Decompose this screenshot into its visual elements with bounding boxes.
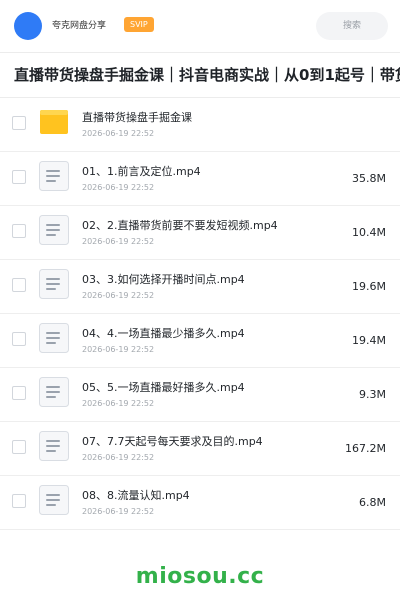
file-name[interactable]: 07、7.7天起号每天要求及目的.mp4 — [82, 435, 263, 449]
file-row[interactable]: 02、2.直播带货前要不要发短视频.mp4 2026-06-19 22:52 10.… — [0, 206, 400, 260]
file-size: 35.8M — [352, 172, 386, 185]
file-date: 2026-06-19 22:52 — [82, 237, 155, 246]
file-name[interactable]: 05、5.一场直播最好播多久.mp4 — [82, 381, 245, 395]
file-size: 10.4M — [352, 226, 386, 239]
document-icon — [38, 160, 70, 192]
file-row[interactable]: 03、3.如何选择开播时间点.mp4 2026-06-19 22:52 19.6M — [0, 260, 400, 314]
file-row[interactable]: 04、4.一场直播最少播多久.mp4 2026-06-19 22:52 19.4M — [0, 314, 400, 368]
file-size: 19.6M — [352, 280, 386, 293]
document-icon — [38, 484, 70, 516]
file-date: 2026-06-19 22:52 — [82, 345, 155, 354]
file-name[interactable]: 01、1.前言及定位.mp4 — [82, 165, 201, 179]
file-size: 6.8M — [359, 496, 386, 509]
avatar[interactable] — [14, 12, 42, 40]
share-page: 夸克网盘分享 SVIP 搜索 直播带货操盘手掘金课｜抖音电商实战｜从0到1起号｜… — [0, 0, 400, 600]
file-date: 2026-06-19 22:52 — [82, 291, 155, 300]
document-icon — [38, 430, 70, 462]
watermark: miosou.cc — [135, 564, 265, 589]
select-checkbox[interactable] — [12, 332, 26, 346]
document-icon — [38, 376, 70, 408]
file-name[interactable]: 直播带货操盘手掘金课 — [82, 111, 192, 125]
file-name[interactable]: 02、2.直播带货前要不要发短视频.mp4 — [82, 219, 278, 233]
file-row[interactable]: 直播带货操盘手掘金课 2026-06-19 22:52 — [0, 98, 400, 152]
file-name[interactable]: 03、3.如何选择开播时间点.mp4 — [82, 273, 245, 287]
select-checkbox[interactable] — [12, 116, 26, 130]
page-title: 直播带货操盘手掘金课｜抖音电商实战｜从0到1起号｜带货 — [14, 66, 400, 84]
header: 夸克网盘分享 SVIP 搜索 — [0, 0, 400, 53]
file-date: 2026-06-19 22:52 — [82, 183, 155, 192]
select-checkbox[interactable] — [12, 386, 26, 400]
document-icon — [38, 214, 70, 246]
select-checkbox[interactable] — [12, 440, 26, 454]
select-checkbox[interactable] — [12, 170, 26, 184]
file-date: 2026-06-19 22:52 — [82, 399, 155, 408]
file-size: 167.2M — [345, 442, 386, 455]
file-name[interactable]: 04、4.一场直播最少播多久.mp4 — [82, 327, 245, 341]
file-date: 2026-06-19 22:52 — [82, 129, 155, 138]
file-size: 9.3M — [359, 388, 386, 401]
file-row[interactable]: 07、7.7天起号每天要求及目的.mp4 2026-06-19 22:52 167.… — [0, 422, 400, 476]
file-row[interactable]: 05、5.一场直播最好播多久.mp4 2026-06-19 22:52 9.3M — [0, 368, 400, 422]
document-icon — [38, 268, 70, 300]
file-row[interactable]: 01、1.前言及定位.mp4 2026-06-19 22:52 35.8M — [0, 152, 400, 206]
document-icon — [38, 322, 70, 354]
title-bar: 直播带货操盘手掘金课｜抖音电商实战｜从0到1起号｜带货 — [0, 53, 400, 98]
file-date: 2026-06-19 22:52 — [82, 453, 155, 462]
file-size: 19.4M — [352, 334, 386, 347]
select-checkbox[interactable] — [12, 224, 26, 238]
file-name[interactable]: 08、8.流量认知.mp4 — [82, 489, 190, 503]
select-checkbox[interactable] — [12, 278, 26, 292]
file-row[interactable]: 08、8.流量认知.mp4 2026-06-19 22:52 6.8M — [0, 476, 400, 530]
file-date: 2026-06-19 22:52 — [82, 507, 155, 516]
username: 夸克网盘分享 — [52, 21, 107, 31]
folder-icon — [38, 106, 70, 138]
search-input[interactable]: 搜索 — [316, 12, 388, 40]
file-list: 直播带货操盘手掘金课 2026-06-19 22:52 01、1.前言及定位.mp4… — [0, 98, 400, 530]
select-checkbox[interactable] — [12, 494, 26, 508]
svip-badge: SVIP — [124, 17, 154, 32]
